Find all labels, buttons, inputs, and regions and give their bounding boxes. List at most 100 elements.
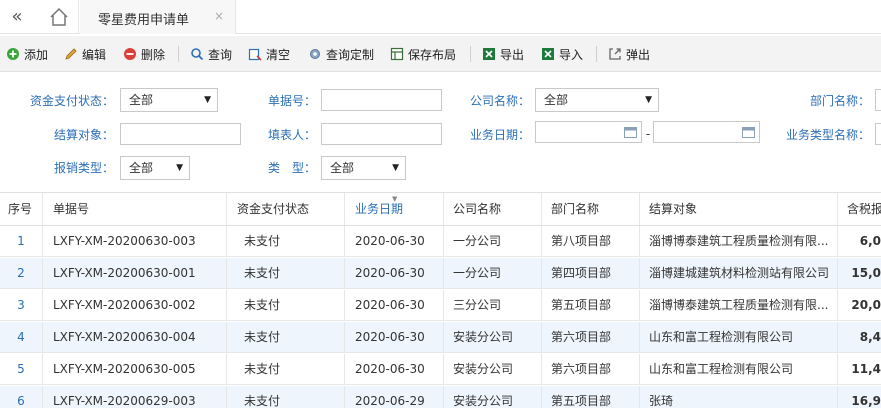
biz-date-start-input[interactable] — [535, 121, 642, 143]
custom-query-button[interactable]: 查询定制 — [308, 45, 374, 63]
column-divider — [42, 226, 43, 256]
column-divider — [344, 354, 345, 384]
edit-button[interactable]: 编辑 — [64, 45, 106, 63]
filler-input[interactable] — [321, 123, 442, 145]
search-icon — [191, 48, 204, 61]
cell-amount: 6,0 — [859, 234, 881, 248]
chevron-down-icon: ▼ — [645, 95, 652, 105]
save-layout-label: 保存布局 — [408, 47, 457, 62]
type-value: 全部 — [330, 161, 355, 175]
column-divider — [541, 290, 542, 320]
cell-dept: 第八项目部 — [551, 234, 612, 248]
column-divider — [541, 258, 542, 288]
company-select[interactable]: 全部 ▼ — [535, 88, 659, 112]
table-row[interactable]: 2 LXFY-XM-20200630-001 未支付 2020-06-30 一分公司 第四… — [0, 258, 881, 289]
doc-no-input[interactable] — [321, 89, 442, 111]
fund-status-select[interactable]: 全部 ▼ — [120, 88, 218, 112]
cell-doc-no: LXFY-XM-20200630-002 — [53, 298, 196, 312]
table-row[interactable]: 3 LXFY-XM-20200630-002 未支付 2020-06-30 三分公司 第五… — [0, 290, 881, 321]
cell-biz-date: 2020-06-29 — [355, 394, 425, 408]
biz-type-input[interactable] — [875, 123, 881, 145]
reimb-type-select[interactable]: 全部 ▼ — [120, 156, 190, 180]
column-divider[interactable] — [344, 193, 345, 225]
cell-dept: 第五项目部 — [551, 298, 612, 312]
column-divider — [443, 258, 444, 288]
cell-seq: 5 — [17, 362, 25, 376]
import-button[interactable]: 导入 — [541, 45, 583, 63]
cell-biz-date: 2020-06-30 — [355, 362, 425, 376]
calendar-icon[interactable] — [624, 126, 637, 138]
cell-amount: 11,4 — [851, 362, 881, 376]
cell-doc-no: LXFY-XM-20200630-001 — [53, 266, 196, 280]
tab-divider — [78, 0, 79, 34]
cell-doc-no: LXFY-XM-20200630-003 — [53, 234, 196, 248]
chevron-down-icon: ▼ — [176, 163, 183, 173]
table-row[interactable]: 1 LXFY-XM-20200630-003 未支付 2020-06-30 一分公司 第八… — [0, 226, 881, 257]
type-label: 类 型： — [267, 161, 316, 175]
settle-label: 结算对象： — [53, 128, 114, 142]
cell-fund-status: 未支付 — [244, 234, 281, 248]
excel-export-icon — [483, 48, 495, 60]
save-layout-button[interactable]: 保存布局 — [390, 45, 456, 63]
column-divider — [344, 258, 345, 288]
header-settle[interactable]: 结算对象 — [649, 193, 697, 225]
column-divider — [443, 386, 444, 408]
column-divider — [837, 226, 838, 256]
column-divider — [639, 258, 640, 288]
header-fund-status[interactable]: 资金支付状态 — [237, 193, 309, 225]
export-button[interactable]: 导出 — [482, 45, 524, 63]
column-divider[interactable] — [42, 193, 43, 225]
column-divider[interactable] — [443, 193, 444, 225]
external-link-icon — [609, 48, 621, 60]
header-dept[interactable]: 部门名称 — [551, 193, 599, 225]
column-divider[interactable] — [226, 193, 227, 225]
column-divider — [42, 386, 43, 408]
add-button[interactable]: 添加 — [6, 45, 48, 63]
collapse-sidebar-icon[interactable]: « — [6, 6, 28, 28]
popup-button[interactable]: 弹出 — [608, 45, 650, 63]
table-row[interactable]: 6 LXFY-XM-20200629-003 未支付 2020-06-29 安装分公司 第… — [0, 386, 881, 408]
cell-settle: 山东和富工程检测有限公司 — [649, 362, 794, 376]
column-divider — [42, 290, 43, 320]
chevron-down-icon: ▼ — [204, 95, 211, 105]
column-divider[interactable] — [639, 193, 640, 225]
biz-date-end-input[interactable] — [653, 121, 760, 143]
column-divider — [837, 386, 838, 408]
header-company[interactable]: 公司名称 — [453, 193, 501, 225]
cell-seq: 3 — [17, 298, 25, 312]
column-divider — [837, 258, 838, 288]
header-seq[interactable]: 序号 — [8, 193, 32, 225]
column-divider — [443, 322, 444, 352]
header-doc-no[interactable]: 单据号 — [53, 193, 89, 225]
column-divider — [226, 290, 227, 320]
column-divider — [344, 226, 345, 256]
header-amount[interactable]: 含税报 — [847, 193, 881, 225]
clear-button[interactable]: 清空 — [248, 45, 290, 63]
query-button[interactable]: 查询 — [190, 45, 232, 63]
column-divider[interactable] — [837, 193, 838, 225]
column-divider — [42, 322, 43, 352]
column-divider — [226, 322, 227, 352]
cell-company: 安装分公司 — [453, 362, 514, 376]
tab-petty-expense[interactable]: 零星费用申请单 × — [80, 0, 236, 34]
delete-button[interactable]: 删除 — [123, 45, 165, 63]
cell-dept: 第六项目部 — [551, 362, 612, 376]
clear-form-icon — [248, 48, 262, 61]
dept-input[interactable] — [875, 89, 881, 111]
cell-settle: 山东和富工程检测有限公司 — [649, 330, 794, 344]
custom-query-label: 查询定制 — [326, 47, 375, 62]
tab-close-icon[interactable]: × — [214, 9, 224, 23]
table-row[interactable]: 5 LXFY-XM-20200630-005 未支付 2020-06-30 安装分公司 第… — [0, 354, 881, 385]
tab-bar: « 零星费用申请单 × — [0, 0, 881, 34]
column-divider[interactable] — [541, 193, 542, 225]
gear-icon — [310, 49, 320, 59]
cell-company: 安装分公司 — [453, 330, 514, 344]
column-divider — [226, 258, 227, 288]
cell-doc-no: LXFY-XM-20200630-005 — [53, 362, 196, 376]
table-row[interactable]: 4 LXFY-XM-20200630-004 未支付 2020-06-30 安装分公司 第… — [0, 322, 881, 353]
column-divider — [443, 226, 444, 256]
type-select[interactable]: 全部 ▼ — [321, 156, 406, 180]
home-icon[interactable] — [44, 4, 74, 30]
settle-input[interactable] — [120, 123, 241, 145]
calendar-icon[interactable] — [742, 126, 755, 138]
